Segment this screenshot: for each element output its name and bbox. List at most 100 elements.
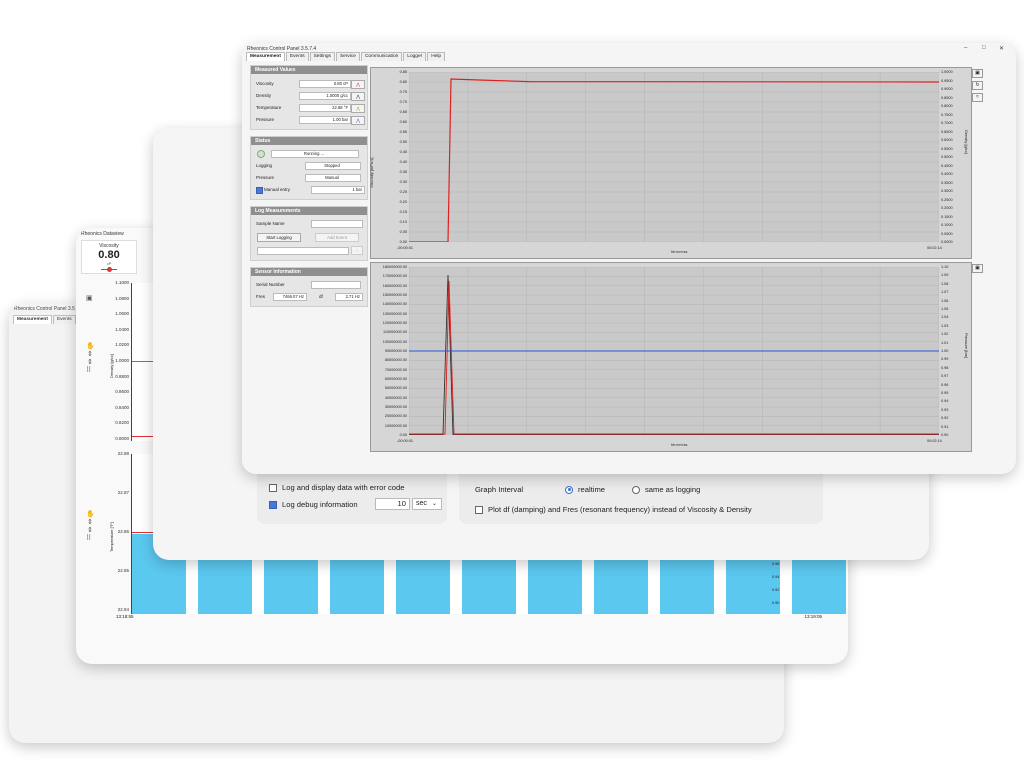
row-label: Viscosity	[256, 81, 274, 86]
pressure-axis-label: Pressure [bar]	[964, 333, 969, 359]
log-debug-interval-input[interactable]: 10	[375, 498, 410, 510]
viscosity-tick: 0.45	[399, 150, 407, 154]
radio-same-as-logging[interactable]: same as logging	[632, 485, 700, 494]
camera-icon[interactable]: ▣	[86, 295, 93, 302]
density-tick: 0.6500	[941, 129, 953, 134]
tab-measurement[interactable]: Measurement	[13, 315, 52, 324]
close-icon[interactable]: ✕	[999, 45, 1004, 52]
chart-settings-icon[interactable]: ≈	[972, 93, 983, 102]
pressure-tick: 1.08	[941, 281, 949, 286]
viscosity-tick: 0.05	[399, 230, 407, 234]
tab-measurement[interactable]: Measurement	[246, 52, 285, 61]
row-label: Logging	[256, 163, 273, 168]
df-label: df	[319, 294, 323, 299]
tab-events[interactable]: Events	[285, 52, 309, 61]
pressure-tick: 1.10	[941, 265, 949, 269]
checkbox-box[interactable]	[475, 505, 483, 514]
tile-unit: cP	[106, 261, 112, 266]
group-header: Status	[251, 137, 367, 145]
tab-logger[interactable]: Logger	[403, 52, 427, 61]
grid-icon-2[interactable]: ⠿	[86, 535, 91, 542]
maximize-icon[interactable]: □	[982, 45, 986, 51]
camera-icon[interactable]: ▣	[972, 69, 983, 78]
event-text-input[interactable]	[257, 247, 349, 255]
viscosity-tick: 0.60	[399, 120, 407, 124]
pressure-tick: 0.93	[941, 407, 949, 412]
density-tick: 0.4500	[941, 163, 953, 168]
temperature-tick: 22.88	[117, 451, 129, 456]
fres-tick: 180000000.00	[382, 265, 407, 269]
tab-service[interactable]: Service	[335, 52, 360, 61]
log-debug-unit-select[interactable]: sec ⌄	[412, 498, 442, 510]
start-logging-button[interactable]: Start Logging	[257, 233, 301, 242]
row-label: Temperature	[256, 105, 282, 110]
density-trend-icon[interactable]: ⋀	[351, 92, 365, 101]
viscosity-tick: 0.20	[399, 200, 407, 204]
left-panel: Measured Values Viscosity 0.80 cP ⋀ Dens…	[250, 65, 368, 313]
move-icon-2[interactable]: ⇕	[87, 527, 93, 534]
tab-communication[interactable]: Communication	[360, 52, 403, 61]
move-icon[interactable]: ⇕	[87, 359, 93, 366]
temperature-value: 22.88 °F	[299, 104, 351, 112]
group-header: Sensor Information	[251, 268, 367, 276]
density-tick: 1.0000	[941, 70, 953, 74]
density-axis-label: Density [g/cc]	[109, 353, 114, 378]
log-error-checkbox[interactable]: Log and display data with error code	[269, 483, 404, 492]
pressure-tick: 0.90	[941, 433, 949, 437]
camera-icon-2[interactable]: ▣	[972, 264, 983, 273]
manual-entry-label: Manual entry	[264, 187, 291, 192]
minimize-icon[interactable]: –	[964, 45, 967, 51]
radio-circle[interactable]	[565, 485, 573, 494]
manual-entry-row: Manual entry 1 bar	[251, 184, 367, 196]
pressure-tick: 0.95	[941, 391, 949, 395]
viscosity-density-chart[interactable]: 0.85 0.80 0.75 0.70 0.65 0.60 0.55 0.50 0.45 0.40…	[369, 67, 972, 259]
right-axis-tick: 0.94	[772, 575, 780, 579]
refresh-icon[interactable]: ↻	[972, 81, 983, 90]
fres-pressure-chart[interactable]: 180000000.00 170000000.00 160000000.00 1500…	[370, 262, 972, 452]
tile-indicator-dot	[107, 267, 112, 272]
viscosity-trend-icon[interactable]: ⋀	[351, 80, 365, 89]
pressure-tick: 1.09	[941, 273, 949, 278]
status-led-icon	[257, 150, 265, 158]
density-tick: 0.0000	[941, 240, 953, 244]
pan-hand-icon-2[interactable]: ✋	[86, 511, 95, 518]
tab-events[interactable]: Events	[52, 315, 76, 324]
sensor-info-group: Sensor Information Serial Number Fres 74…	[250, 267, 368, 307]
checkbox-box-checked[interactable]	[269, 500, 277, 509]
log-debug-label: Log debug information	[282, 500, 358, 509]
grid-icon[interactable]: ⠿	[86, 367, 91, 374]
pressure-tick: 1.04	[941, 315, 949, 320]
viscosity-tick: 0.25	[399, 190, 407, 194]
viscosity-series	[409, 78, 939, 242]
radio-realtime[interactable]: realtime	[565, 485, 605, 494]
add-event-button[interactable]: Add Event	[315, 233, 359, 242]
pressure-tick: 1.03	[941, 323, 949, 328]
manual-entry-checkbox[interactable]	[256, 187, 263, 194]
plot-df-fres-checkbox[interactable]: Plot df (damping) and Fres (resonant fre…	[475, 505, 752, 514]
log-debug-checkbox[interactable]: Log debug information	[269, 500, 358, 509]
zoom-vertical-icon-2[interactable]: ⇕	[87, 519, 93, 526]
pressure-trend-icon[interactable]: ⋀	[351, 116, 365, 125]
fres-tick: 0.00	[399, 433, 407, 437]
checkbox-box[interactable]	[269, 483, 277, 492]
unit-value: sec	[416, 500, 427, 507]
tab-help[interactable]: Help	[427, 52, 446, 61]
fres-tick: 170000000.00	[382, 274, 407, 279]
sample-name-input[interactable]	[311, 220, 363, 228]
density-axis-label: Density [g/cc]	[964, 130, 969, 155]
density-tick: 0.8000	[115, 436, 129, 441]
manual-entry-input[interactable]: 1 bar	[311, 186, 365, 194]
tab-settings[interactable]: Settings	[309, 52, 335, 61]
measured-values-group: Measured Values Viscosity 0.80 cP ⋀ Dens…	[250, 65, 368, 130]
fres-tick: 60000000.00	[384, 377, 407, 381]
density-tick: 1.0200	[115, 342, 129, 348]
zoom-vertical-icon[interactable]: ⇕	[87, 351, 93, 358]
add-event-icon[interactable]: ◌	[351, 246, 363, 255]
radio-circle[interactable]	[632, 485, 640, 494]
status-logging-row: Logging Stopped	[251, 160, 367, 172]
density-tick: 1.0400	[115, 326, 129, 332]
df-value: 2.71 Hz	[335, 293, 363, 301]
density-tick: 0.2500	[941, 197, 953, 202]
temperature-trend-icon[interactable]: ⋀	[351, 104, 365, 113]
viscosity-tile[interactable]: Viscosity 0.80 cP	[81, 240, 137, 274]
